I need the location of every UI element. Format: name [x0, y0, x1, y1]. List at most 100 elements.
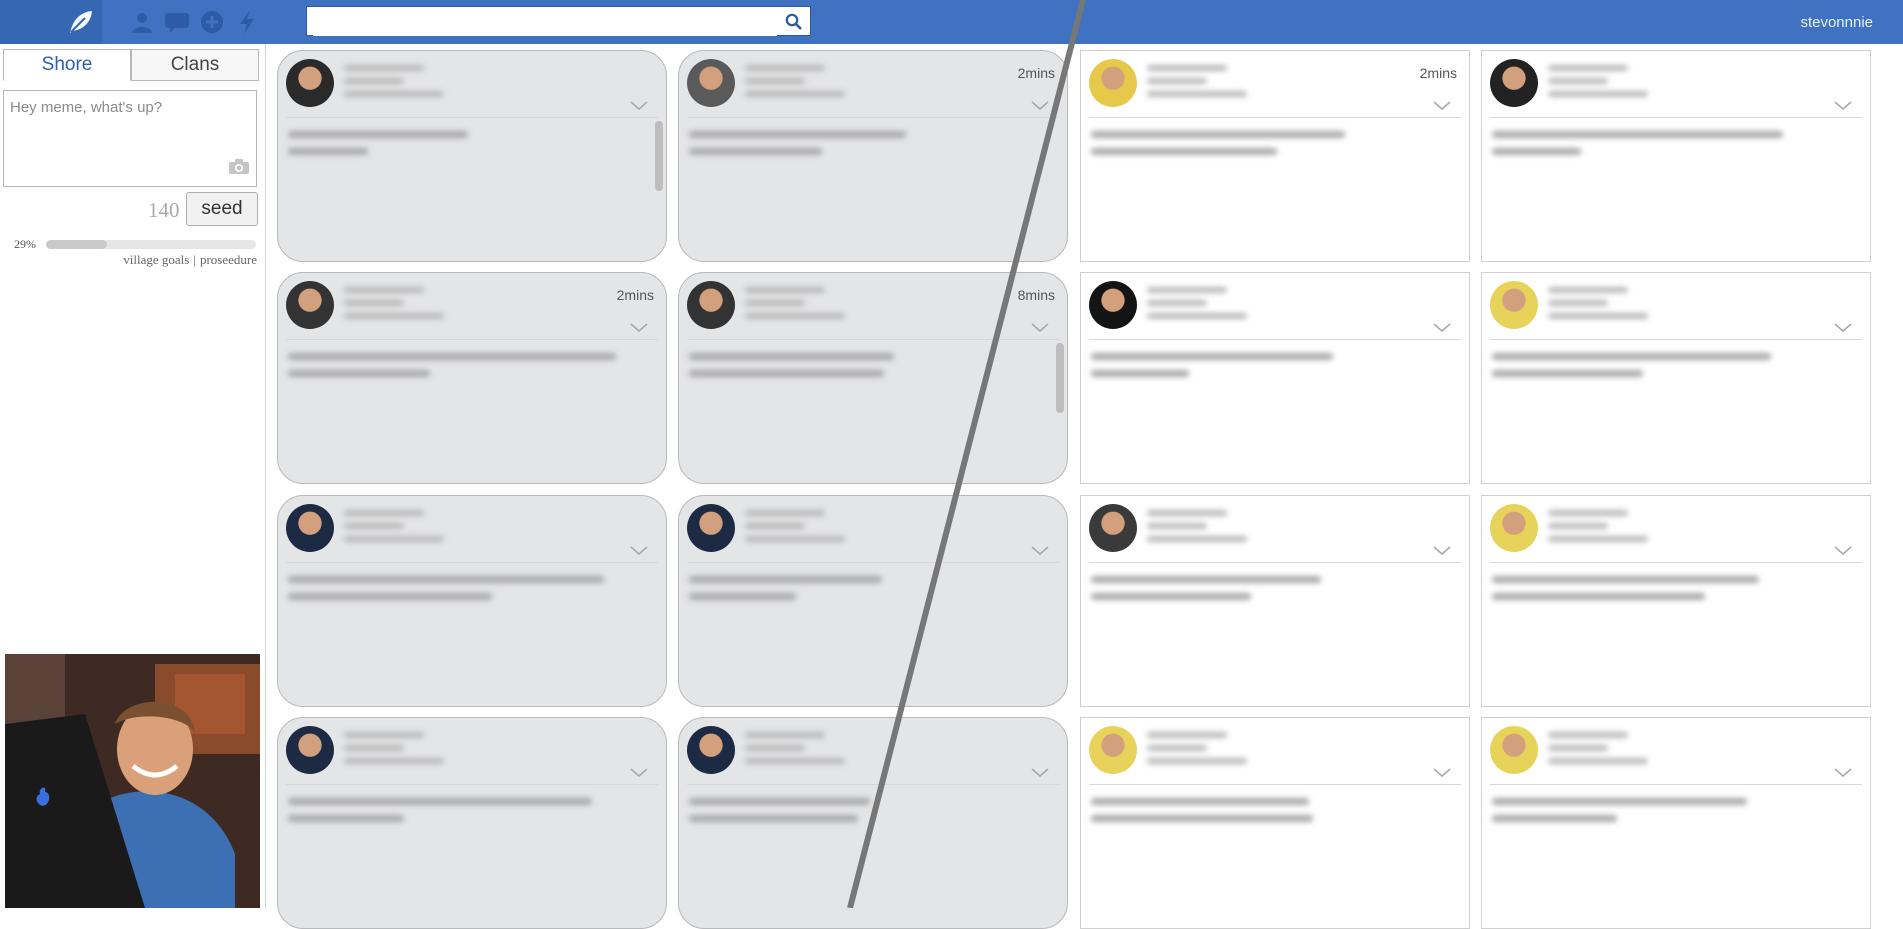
post-meta	[745, 65, 945, 99]
chevron-down-icon[interactable]	[1834, 323, 1852, 333]
avatar[interactable]	[687, 726, 735, 774]
lightning-icon	[240, 10, 254, 34]
chevron-down-icon[interactable]	[1834, 768, 1852, 778]
chevron-down-icon[interactable]	[1433, 768, 1451, 778]
feed-card[interactable]	[1481, 717, 1871, 929]
search-input[interactable]	[313, 8, 777, 36]
card-divider	[1089, 339, 1461, 340]
tab-shore[interactable]: Shore	[3, 49, 131, 81]
card-divider	[1490, 562, 1862, 563]
webcam-preview	[5, 654, 260, 908]
avatar[interactable]	[687, 281, 735, 329]
post-meta	[1147, 510, 1347, 544]
nav-icons	[128, 6, 261, 38]
chevron-down-icon[interactable]	[630, 101, 648, 111]
chevron-down-icon[interactable]	[1031, 546, 1049, 556]
search-bar[interactable]	[306, 6, 811, 36]
chevron-down-icon[interactable]	[1031, 101, 1049, 111]
sidebar-tabs: Shore Clans	[3, 49, 259, 81]
feed-card[interactable]: 2mins	[277, 272, 667, 484]
post-body	[288, 576, 648, 616]
post-body	[1091, 576, 1451, 616]
feed-card[interactable]: 8mins	[678, 272, 1068, 484]
card-divider	[286, 339, 658, 340]
chevron-down-icon[interactable]	[630, 546, 648, 556]
avatar[interactable]	[1089, 726, 1137, 774]
avatar[interactable]	[687, 59, 735, 107]
avatar[interactable]	[1089, 281, 1137, 329]
add-circle-icon	[201, 11, 223, 33]
avatar[interactable]	[687, 504, 735, 552]
top-bar: stevonnnie	[0, 0, 1903, 44]
post-meta	[344, 287, 544, 321]
feed-card[interactable]: 2mins	[678, 50, 1068, 262]
avatar[interactable]	[1089, 504, 1137, 552]
avatar[interactable]	[1490, 504, 1538, 552]
post-body	[288, 798, 648, 838]
post-body	[1492, 576, 1852, 616]
progress-bar	[46, 240, 256, 249]
chevron-down-icon[interactable]	[1834, 101, 1852, 111]
chat-icon	[165, 13, 189, 33]
post-body	[1492, 353, 1852, 393]
feed-card[interactable]	[1080, 495, 1470, 707]
post-meta	[1548, 732, 1748, 766]
avatar[interactable]	[1089, 59, 1137, 107]
compose-input[interactable]	[4, 91, 256, 187]
avatar[interactable]	[1490, 59, 1538, 107]
avatar[interactable]	[286, 504, 334, 552]
post-body	[288, 353, 648, 393]
post-body	[689, 353, 1049, 393]
post-body	[689, 576, 1049, 616]
card-scrollbar[interactable]	[1056, 343, 1064, 413]
feed-card[interactable]	[1481, 495, 1871, 707]
profile-nav[interactable]	[128, 8, 156, 36]
username-link[interactable]: stevonnnie	[1800, 14, 1873, 31]
character-counter: 140	[148, 198, 180, 222]
card-divider	[286, 562, 658, 563]
chevron-down-icon[interactable]	[1834, 546, 1852, 556]
post-time: 2mins	[1419, 65, 1457, 81]
feed-card[interactable]	[678, 495, 1068, 707]
search-icon	[785, 13, 802, 30]
search-button[interactable]	[785, 13, 802, 35]
avatar[interactable]	[1490, 281, 1538, 329]
proseedure-link[interactable]: proseedure	[200, 252, 257, 267]
avatar[interactable]	[286, 281, 334, 329]
tab-clans[interactable]: Clans	[131, 49, 259, 81]
activity-nav[interactable]	[233, 8, 261, 36]
chevron-down-icon[interactable]	[1433, 323, 1451, 333]
home-logo[interactable]	[58, 0, 102, 44]
chevron-down-icon[interactable]	[630, 768, 648, 778]
avatar[interactable]	[1490, 726, 1538, 774]
feed-card[interactable]	[678, 717, 1068, 929]
post-meta	[344, 732, 544, 766]
feed-card[interactable]: 2mins	[1080, 50, 1470, 262]
card-divider	[1089, 562, 1461, 563]
card-divider	[687, 117, 1059, 118]
card-divider	[1089, 117, 1461, 118]
chevron-down-icon[interactable]	[630, 323, 648, 333]
feed-card[interactable]	[277, 50, 667, 262]
seed-button[interactable]: seed	[186, 192, 258, 226]
card-scrollbar[interactable]	[655, 121, 663, 191]
village-goals-link[interactable]: village goals	[123, 252, 189, 267]
feed-card[interactable]	[1080, 272, 1470, 484]
chevron-down-icon[interactable]	[1031, 323, 1049, 333]
chevron-down-icon[interactable]	[1433, 101, 1451, 111]
feed-card[interactable]	[1080, 717, 1470, 929]
post-body	[1091, 353, 1451, 393]
messages-nav[interactable]	[163, 8, 191, 36]
add-nav[interactable]	[198, 8, 226, 36]
feed-card[interactable]	[277, 495, 667, 707]
chevron-down-icon[interactable]	[1031, 768, 1049, 778]
feed-card[interactable]	[1481, 50, 1871, 262]
post-meta	[344, 65, 544, 99]
chevron-down-icon[interactable]	[1433, 546, 1451, 556]
attach-photo-button[interactable]	[228, 158, 250, 180]
leaf-icon	[70, 11, 92, 33]
avatar[interactable]	[286, 59, 334, 107]
feed-card[interactable]	[277, 717, 667, 929]
feed-card[interactable]	[1481, 272, 1871, 484]
avatar[interactable]	[286, 726, 334, 774]
